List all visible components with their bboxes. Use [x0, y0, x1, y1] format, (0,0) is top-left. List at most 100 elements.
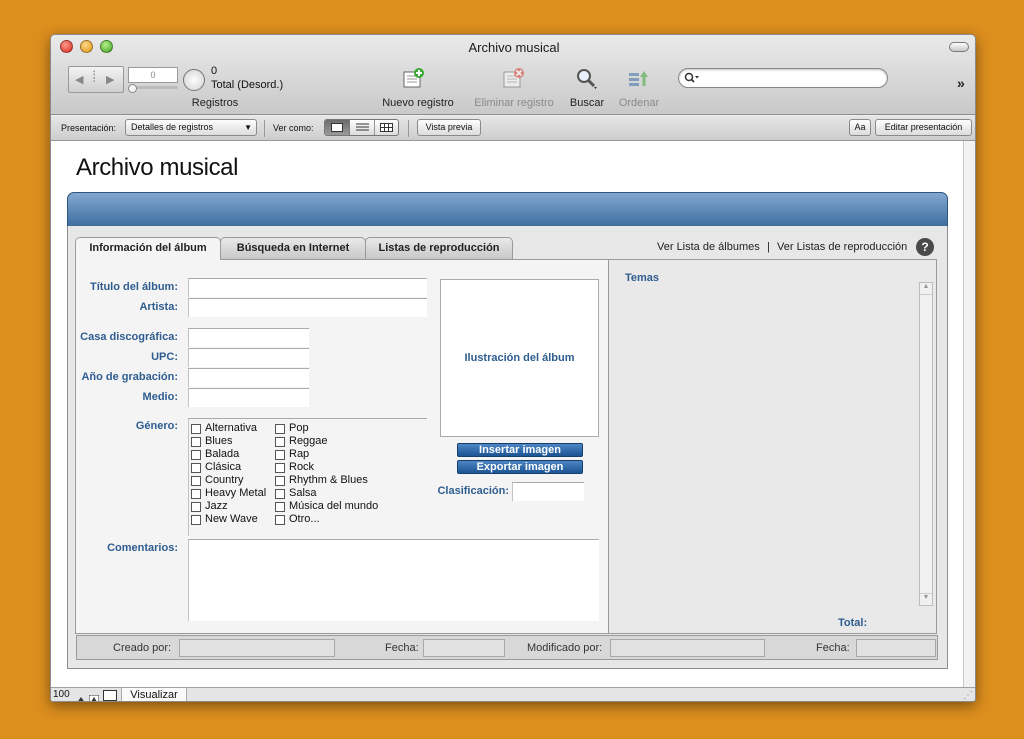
help-icon[interactable]: ?: [916, 238, 934, 256]
tab-panel: Información del álbum Búsqueda en Intern…: [67, 226, 948, 669]
previous-record-icon[interactable]: ◀: [75, 73, 83, 86]
tracks-scrollbar[interactable]: ▲ ▼: [919, 282, 933, 606]
header-bar: [67, 192, 948, 227]
genre-checkbox[interactable]: Balada: [191, 448, 266, 461]
quick-find-input[interactable]: [678, 68, 888, 88]
genre-checkbox[interactable]: Jazz: [191, 500, 266, 513]
view-as-segmented-control[interactable]: [324, 119, 399, 136]
genre-checkbox[interactable]: Heavy Metal: [191, 487, 266, 500]
genre-checkbox[interactable]: Música del mundo: [275, 500, 378, 513]
scroll-up-icon[interactable]: ▲: [920, 283, 932, 295]
view-as-form-button[interactable]: [325, 120, 350, 135]
tab-playlists[interactable]: Listas de reproducción: [365, 237, 513, 259]
comments-field[interactable]: [188, 539, 599, 621]
status-toolbar-toggle-icon[interactable]: [103, 690, 117, 701]
presentation-select-value: Detalles de registros: [131, 122, 214, 132]
page-title: Archivo musical: [76, 154, 239, 181]
resize-grip-icon[interactable]: ⋰: [963, 690, 973, 701]
table-view-icon: [380, 123, 393, 132]
genre-checkbox[interactable]: Alternativa: [191, 422, 266, 435]
titlebar-toolbar: Archivo musical ◀ ⁞ ▶ 0 0 Total (Desord.…: [51, 35, 975, 115]
toolbar-toggle-button[interactable]: [949, 42, 969, 52]
medium-field[interactable]: [188, 388, 309, 407]
artist-field[interactable]: [188, 298, 427, 317]
search-icon: [684, 72, 699, 83]
zoom-in-icon[interactable]: [88, 691, 100, 701]
zoom-level[interactable]: 100: [53, 689, 70, 700]
delete-record-button[interactable]: Eliminar registro: [465, 97, 563, 109]
genre-checkbox[interactable]: Reggae: [275, 435, 378, 448]
new-record-button[interactable]: Nuevo registro: [376, 97, 460, 109]
record-number-input[interactable]: 0: [128, 67, 178, 83]
delete-record-icon[interactable]: [501, 67, 525, 96]
insert-image-button[interactable]: Insertar imagen: [457, 443, 583, 457]
record-slider-thumb[interactable]: [128, 84, 137, 93]
view-as-table-button[interactable]: [375, 120, 398, 135]
created-by-label: Creado por:: [113, 642, 172, 654]
tab-internet-search[interactable]: Búsqueda en Internet: [220, 237, 366, 259]
chevron-down-icon: ▼: [244, 123, 252, 132]
view-albums-link[interactable]: Ver Lista de álbumes: [657, 241, 760, 253]
genre-checkbox[interactable]: Rap: [275, 448, 378, 461]
font-size-button[interactable]: Aa: [849, 119, 871, 136]
view-as-list-button[interactable]: [350, 120, 375, 135]
created-by-field[interactable]: [179, 639, 335, 657]
modified-date-field[interactable]: [856, 639, 936, 657]
layout-content: Archivo musical Información del álbum Bú…: [51, 141, 975, 687]
created-date-field[interactable]: [423, 639, 505, 657]
created-date-label: Fecha:: [385, 642, 419, 654]
record-footer: Creado por: Fecha: Modificado por: Fecha…: [76, 635, 938, 660]
sort-icon[interactable]: [626, 67, 650, 96]
separator: [264, 120, 265, 137]
zoom-out-icon[interactable]: [76, 691, 86, 701]
edit-layout-button[interactable]: Editar presentación: [875, 119, 972, 136]
window-title: Archivo musical: [468, 40, 560, 55]
sort-button[interactable]: Ordenar: [612, 97, 666, 109]
mode-indicator[interactable]: Visualizar: [121, 688, 187, 701]
genre-checkbox-group: Alternativa Blues Balada Clásica Country…: [188, 418, 427, 536]
modified-by-field[interactable]: [610, 639, 765, 657]
find-icon[interactable]: [574, 67, 598, 96]
links-separator: |: [767, 241, 770, 253]
next-record-icon[interactable]: ▶: [106, 73, 114, 86]
genre-checkbox[interactable]: Otro...: [275, 513, 378, 526]
upc-field[interactable]: [188, 348, 309, 367]
genre-checkbox[interactable]: Rock: [275, 461, 378, 474]
record-book-navigator[interactable]: ◀ ⁞ ▶: [68, 66, 124, 93]
album-artwork-label: Ilustración del álbum: [464, 352, 575, 364]
genre-column-left: Alternativa Blues Balada Clásica Country…: [191, 422, 266, 526]
album-artwork-container[interactable]: Ilustración del álbum: [440, 279, 599, 437]
status-bar: 100 Visualizar ⋰: [51, 687, 975, 701]
tab-album-info[interactable]: Información del álbum: [75, 237, 221, 260]
record-label-field[interactable]: [188, 328, 309, 347]
export-image-button[interactable]: Exportar imagen: [457, 460, 583, 474]
total-label: Total:: [838, 617, 868, 629]
presentation-label: Presentación:: [61, 123, 117, 133]
presentation-select[interactable]: Detalles de registros ▼: [125, 119, 257, 136]
genre-checkbox[interactable]: Pop: [275, 422, 378, 435]
preview-button[interactable]: Vista previa: [417, 119, 481, 136]
window-scrollbar[interactable]: [963, 141, 975, 687]
new-record-icon[interactable]: [401, 67, 425, 96]
genre-checkbox[interactable]: Rhythm & Blues: [275, 474, 378, 487]
genre-checkbox[interactable]: New Wave: [191, 513, 266, 526]
tracks-label: Temas: [625, 272, 660, 284]
view-playlists-link[interactable]: Ver Listas de reproducción: [777, 241, 907, 253]
album-title-label: Título del álbum:: [90, 281, 178, 293]
upc-label: UPC:: [151, 351, 178, 363]
find-button[interactable]: Buscar: [563, 97, 611, 109]
rating-label: Clasificación:: [437, 485, 509, 497]
year-field[interactable]: [188, 368, 309, 387]
year-label: Año de grabación:: [81, 371, 178, 383]
app-window: Archivo musical ◀ ⁞ ▶ 0 0 Total (Desord.…: [50, 34, 976, 702]
genre-checkbox[interactable]: Salsa: [275, 487, 378, 500]
genre-checkbox[interactable]: Clásica: [191, 461, 266, 474]
rating-field[interactable]: [512, 482, 584, 501]
genre-checkbox[interactable]: Country: [191, 474, 266, 487]
toolbar-overflow-icon[interactable]: »: [957, 75, 965, 91]
album-title-field[interactable]: [188, 278, 427, 297]
scroll-down-icon[interactable]: ▼: [920, 593, 932, 605]
modified-date-label: Fecha:: [816, 642, 850, 654]
genre-checkbox[interactable]: Blues: [191, 435, 266, 448]
layout-bar: Presentación: Detalles de registros ▼ Ve…: [51, 116, 975, 141]
